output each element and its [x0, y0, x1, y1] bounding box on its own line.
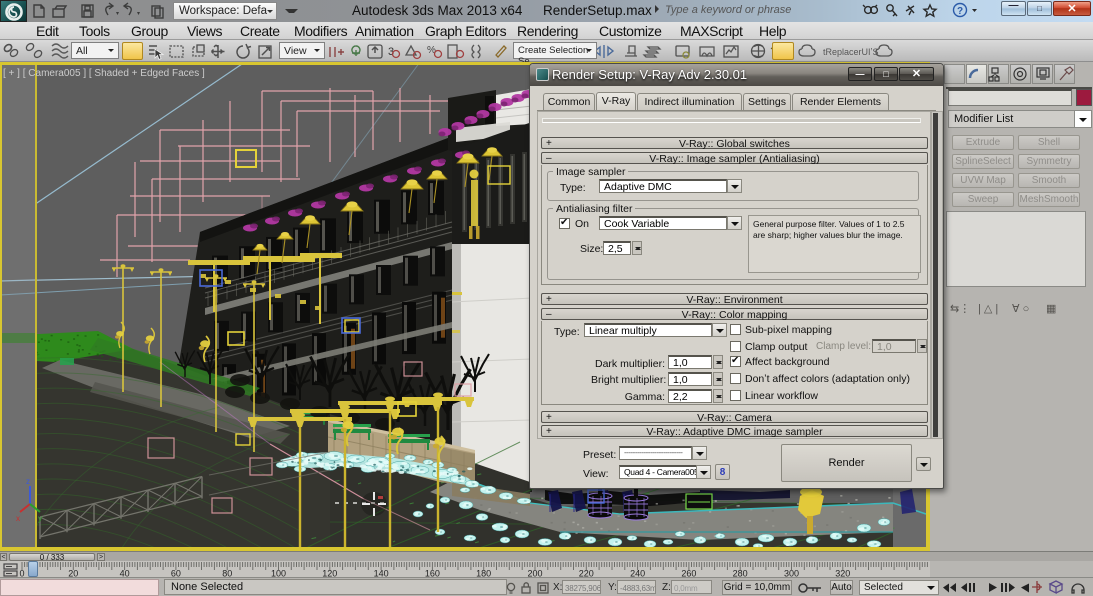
svg-text:z: z [26, 477, 30, 486]
svg-text:320: 320 [835, 569, 850, 579]
svg-text:200: 200 [527, 569, 542, 579]
svg-text:?: ? [957, 6, 963, 17]
svg-text:60: 60 [171, 569, 181, 579]
svg-text:x: x [16, 514, 20, 523]
svg-text:20: 20 [68, 569, 78, 579]
svg-text:260: 260 [681, 569, 696, 579]
svg-text:160: 160 [425, 569, 440, 579]
svg-text:y: y [38, 514, 42, 523]
svg-text:220: 220 [579, 569, 594, 579]
svg-text:180: 180 [476, 569, 491, 579]
svg-text:80: 80 [222, 569, 232, 579]
svg-text:240: 240 [630, 569, 645, 579]
svg-text:120: 120 [322, 569, 337, 579]
svg-text:280: 280 [733, 569, 748, 579]
svg-text:100: 100 [271, 569, 286, 579]
svg-text:300: 300 [784, 569, 799, 579]
svg-text:[ + ] [ Camera005 ] [ Shaded +: [ + ] [ Camera005 ] [ Shaded + Edged Fac… [3, 68, 205, 79]
svg-text:140: 140 [374, 569, 389, 579]
svg-text:40: 40 [120, 569, 130, 579]
